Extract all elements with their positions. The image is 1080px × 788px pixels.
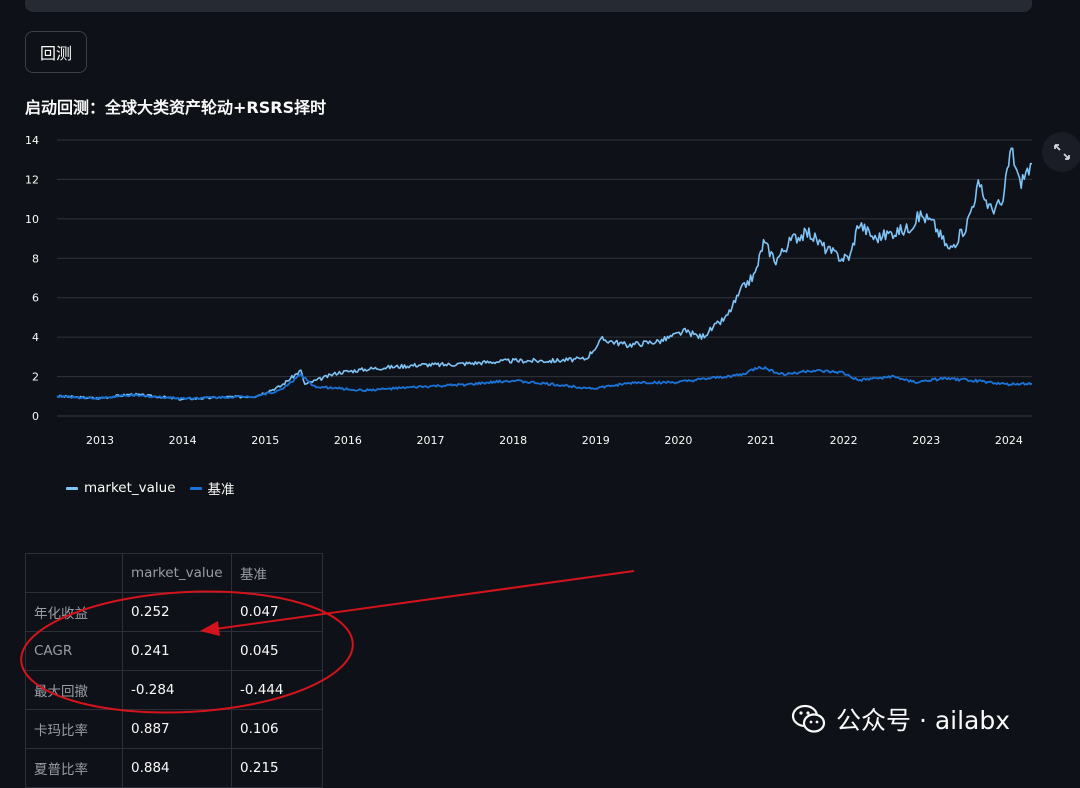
x-tick-label: 2015 <box>251 434 279 447</box>
line-chart: 0 2 4 6 8 10 12 14 2013 2014 2015 2016 2017 2018 2019 2… <box>25 134 1033 447</box>
y-tick-label: 10 <box>25 213 39 226</box>
legend-swatch-market-value <box>66 486 78 490</box>
cell-benchmark: 0.215 <box>231 748 323 788</box>
x-tick-label: 2023 <box>912 434 940 447</box>
wechat-icon <box>791 704 826 733</box>
legend-swatch-benchmark <box>189 486 202 490</box>
cell-benchmark: 0.047 <box>231 592 323 632</box>
watermark-text: 公众号 · ailabx <box>836 706 1011 735</box>
legend-label-market-value: market_value <box>84 480 176 496</box>
x-tick-label: 2019 <box>582 434 610 447</box>
series-line-benchmark <box>56 365 1033 400</box>
x-tick-label: 2017 <box>416 434 444 447</box>
metrics-table: market_value 基准 年化收益 0.252 0.047 CAGR 0.… <box>25 553 323 788</box>
x-tick-label: 2013 <box>86 434 114 447</box>
table-row: 卡玛比率 0.887 0.106 <box>25 709 323 749</box>
cell-benchmark: 0.106 <box>231 709 323 749</box>
chart-legend: market_value 基准 <box>66 478 235 498</box>
table-header-benchmark[interactable]: 基准 <box>231 553 323 593</box>
y-tick-label: 12 <box>25 173 39 186</box>
top-container-bar <box>25 0 1032 12</box>
x-tick-label: 2020 <box>664 434 692 447</box>
row-label: 最大回撤 <box>25 670 123 710</box>
x-tick-label: 2021 <box>747 434 775 447</box>
x-tick-label: 2022 <box>830 434 858 447</box>
x-tick-label: 2018 <box>499 434 527 447</box>
y-tick-label: 4 <box>32 331 39 344</box>
cell-benchmark: -0.444 <box>231 670 323 710</box>
y-tick-label: 0 <box>32 410 39 423</box>
cell-benchmark: 0.045 <box>231 631 323 671</box>
legend-label-benchmark: 基准 <box>207 482 235 498</box>
y-tick-label: 8 <box>32 252 39 265</box>
x-tick-label: 2014 <box>169 434 197 447</box>
table-header-market-value[interactable]: market_value <box>122 553 232 593</box>
series-line-market-value <box>56 147 1032 401</box>
cell-market-value: 0.884 <box>122 748 232 788</box>
cell-market-value: 0.252 <box>122 592 232 632</box>
fullscreen-button[interactable] <box>1042 132 1080 172</box>
row-label: CAGR <box>25 631 123 671</box>
y-tick-label: 14 <box>25 134 39 147</box>
row-label: 夏普比率 <box>25 748 123 788</box>
watermark: 公众号 · ailabx <box>790 700 1010 738</box>
table-row: 年化收益 0.252 0.047 <box>25 592 323 632</box>
cell-market-value: 0.887 <box>122 709 232 749</box>
y-tick-label: 6 <box>32 292 39 305</box>
table-row: 最大回撤 -0.284 -0.444 <box>25 670 323 710</box>
table-row: CAGR 0.241 0.045 <box>25 631 323 671</box>
status-text: 启动回测：全球大类资产轮动+RSRS择时 <box>25 98 327 117</box>
x-tick-label: 2024 <box>995 434 1023 447</box>
cell-market-value: -0.284 <box>122 670 232 710</box>
table-row: 夏普比率 0.884 0.215 <box>25 748 323 788</box>
y-tick-label: 2 <box>32 371 39 384</box>
row-label: 年化收益 <box>25 592 123 632</box>
expand-icon <box>1054 144 1070 160</box>
row-label: 卡玛比率 <box>25 709 123 749</box>
legend-item-market-value[interactable]: market_value <box>66 480 176 496</box>
legend-item-benchmark[interactable]: 基准 <box>189 478 235 498</box>
table-header-blank <box>25 553 123 593</box>
cell-market-value: 0.241 <box>122 631 232 671</box>
x-tick-label: 2016 <box>334 434 362 447</box>
backtest-button[interactable]: 回测 <box>25 31 87 73</box>
table-header-row: market_value 基准 <box>25 553 323 593</box>
